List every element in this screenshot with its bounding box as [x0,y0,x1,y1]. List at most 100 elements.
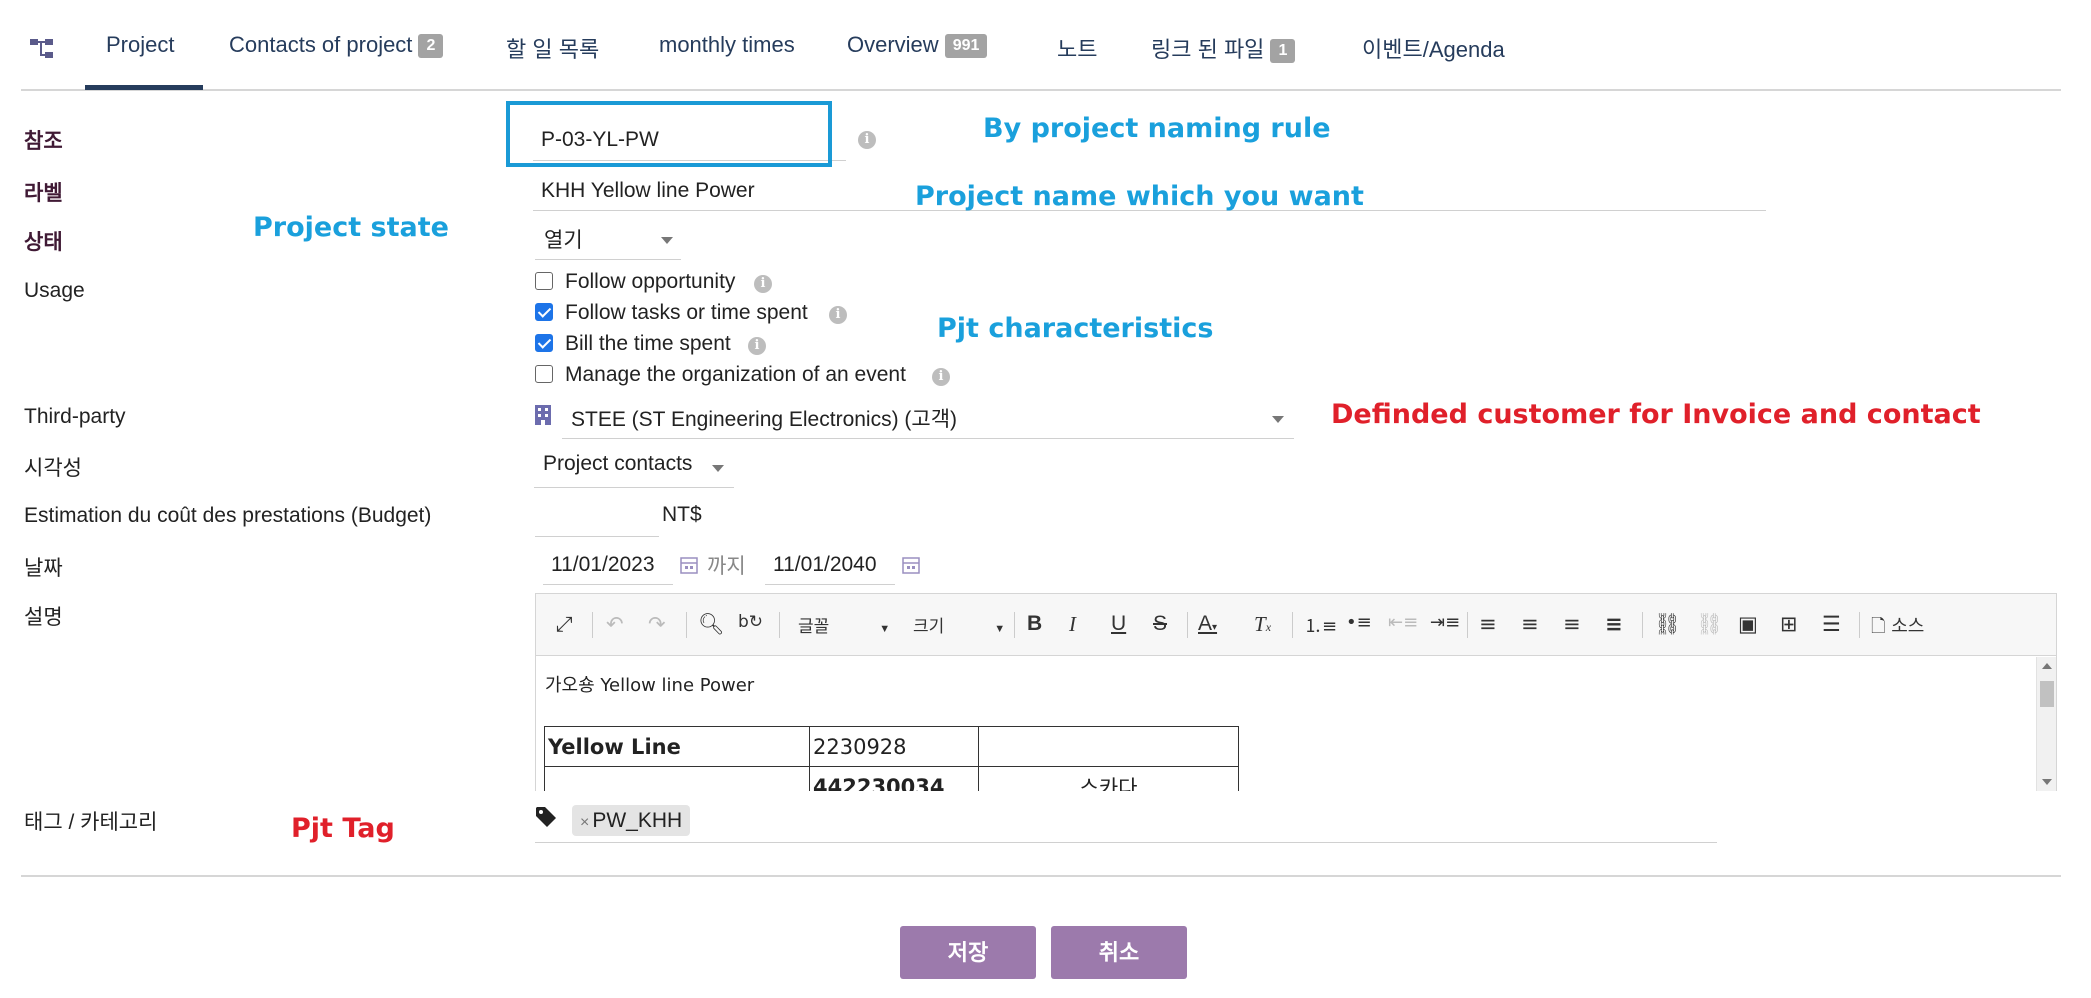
numbered-list-icon[interactable]: ⒈≡ [1304,612,1337,638]
tab-project[interactable]: Project [106,32,174,58]
image-icon[interactable]: ▣ [1738,612,1758,636]
table-cell [544,766,810,791]
strikethrough-icon[interactable]: S [1153,612,1167,636]
horizontal-rule-icon[interactable]: ☰ [1822,612,1841,636]
checkbox-label: Follow tasks or time spent [565,301,808,324]
chevron-down-icon [712,465,724,472]
info-icon: i [858,131,876,149]
unlink-icon[interactable]: ⛓ [1696,612,1723,637]
checkbox[interactable] [535,303,553,321]
tab-linked-files[interactable]: 링크 된 파일 1 [1151,32,1296,64]
replace-icon[interactable]: b↻ [738,612,763,632]
checkbox[interactable] [535,365,553,383]
size-combo[interactable]: 크기 ▼ [913,612,1005,637]
source-icon: 🗋 [1871,616,1886,637]
status-select[interactable]: 열기 [535,224,681,260]
table-row: 442230034 스카다 [544,766,1239,791]
editor-table: Yellow Line 2230928 442230034 스카다 [544,726,1239,791]
count-badge: 991 [944,34,988,58]
currency-label: NT$ [662,503,702,526]
maximize-icon[interactable]: ⤢ [556,612,573,637]
link-icon[interactable]: ⛓ [1654,612,1681,637]
hierarchy-icon[interactable] [29,36,59,62]
table-cell: 2230928 [809,726,979,767]
tab-notes[interactable]: 노트 [1057,32,1097,64]
tab-label: monthly times [659,32,795,57]
chevron-down-icon [1272,416,1284,423]
align-justify-icon[interactable]: ≡ [1605,612,1623,636]
tab-monthly-times[interactable]: monthly times [659,32,795,58]
visibility-label: 시각성 [24,457,82,480]
thirdparty-select[interactable]: STEE (ST Engineering Electronics) (고객) [562,403,1294,439]
search-icon[interactable]: 🔍︎ [698,612,725,637]
toolbar-separator [1467,612,1468,638]
calendar-icon[interactable] [902,556,920,574]
align-center-icon[interactable]: ≡ [1521,612,1539,636]
tab-contacts-of-project[interactable]: Contacts of project 2 [229,32,444,58]
ref-highlight-box [506,101,832,167]
bold-icon[interactable]: B [1027,612,1042,636]
tab-label: 할 일 목록 [506,37,600,62]
usage-label: Usage [24,279,85,302]
source-button[interactable]: 🗋 소스 [1871,612,1924,644]
tab-label: 링크 된 파일 [1151,37,1265,62]
date-label: 날짜 [24,557,63,580]
status-label: 상태 [24,231,63,254]
toolbar-separator [1642,612,1643,638]
table-row: Yellow Line 2230928 [544,726,1239,767]
clear-format-icon[interactable]: Tx [1254,612,1271,637]
redo-icon[interactable]: ↷ [648,612,666,636]
checkbox[interactable] [535,272,553,290]
editor-content[interactable]: 가오숑 Yellow line Power Yellow Line 223092… [536,657,2036,791]
save-button[interactable]: 저장 [900,926,1036,979]
tab-label: Project [106,32,175,57]
toolbar-separator [592,612,593,638]
align-right-icon[interactable]: ≡ [1563,612,1581,636]
align-left-icon[interactable]: ≡ [1479,612,1497,636]
count-badge: 1 [1270,39,1296,63]
tags-input-underline[interactable] [535,842,1717,843]
scroll-down-arrow-icon[interactable] [2042,779,2052,785]
visibility-select[interactable]: Project contacts [534,452,734,488]
budget-input[interactable] [535,497,659,537]
editor-scrollbar[interactable] [2036,657,2056,791]
checkbox-label: Follow opportunity [565,270,736,293]
tag-chip-label: PW_KHH [592,809,683,832]
annotation-naming-rule: By project naming rule [983,113,1331,144]
font-combo-label: 글꼴 [798,617,830,636]
chevron-down-icon: ▼ [879,623,891,635]
cancel-button[interactable]: 취소 [1051,926,1187,979]
tab-events-agenda[interactable]: 이벤트/Agenda [1362,32,1505,64]
tag-chip: × PW_KHH [572,805,691,836]
date-end-input[interactable] [765,545,895,585]
ref-label: 참조 [24,130,63,153]
bulleted-list-icon[interactable]: •≡ [1346,612,1372,633]
toolbar-separator [1292,612,1293,638]
remove-tag-icon[interactable]: × [580,814,589,831]
status-value: 열기 [544,229,583,252]
italic-icon[interactable]: I [1069,612,1076,637]
table-icon[interactable]: ⊞ [1780,612,1798,636]
editor-text-line: 가오숑 Yellow line Power [545,675,755,696]
text-color-icon[interactable]: A▾ [1198,612,1217,636]
chevron-down-icon [661,237,673,244]
tab-overview[interactable]: Overview 991 [847,32,988,58]
underline-icon[interactable]: U [1111,612,1126,636]
tab-bar: Project Contacts of project 2 할 일 목록 mont… [21,0,2061,91]
tab-todo-list[interactable]: 할 일 목록 [506,32,599,64]
outdent-icon[interactable]: ⇤≡ [1388,612,1418,633]
visibility-value: Project contacts [543,452,693,475]
active-tab-indicator [85,85,203,90]
date-start-input[interactable] [543,545,673,585]
undo-icon[interactable]: ↶ [606,612,624,636]
scroll-up-arrow-icon[interactable] [2042,663,2052,669]
info-icon: i [829,306,847,324]
indent-icon[interactable]: ⇥≡ [1430,612,1460,633]
checkbox[interactable] [535,334,553,352]
toolbar-separator [779,612,780,638]
editor-toolbar: ⤢ ↶ ↷ 🔍︎ b↻ 글꼴 ▼ 크기 ▼ B I U S A▾ Tx ⒈≡ •≡ … [536,594,2056,656]
table-cell [978,726,1239,767]
scroll-thumb[interactable] [2040,681,2054,707]
font-combo[interactable]: 글꼴 ▼ [798,612,890,637]
calendar-icon[interactable] [680,556,698,574]
